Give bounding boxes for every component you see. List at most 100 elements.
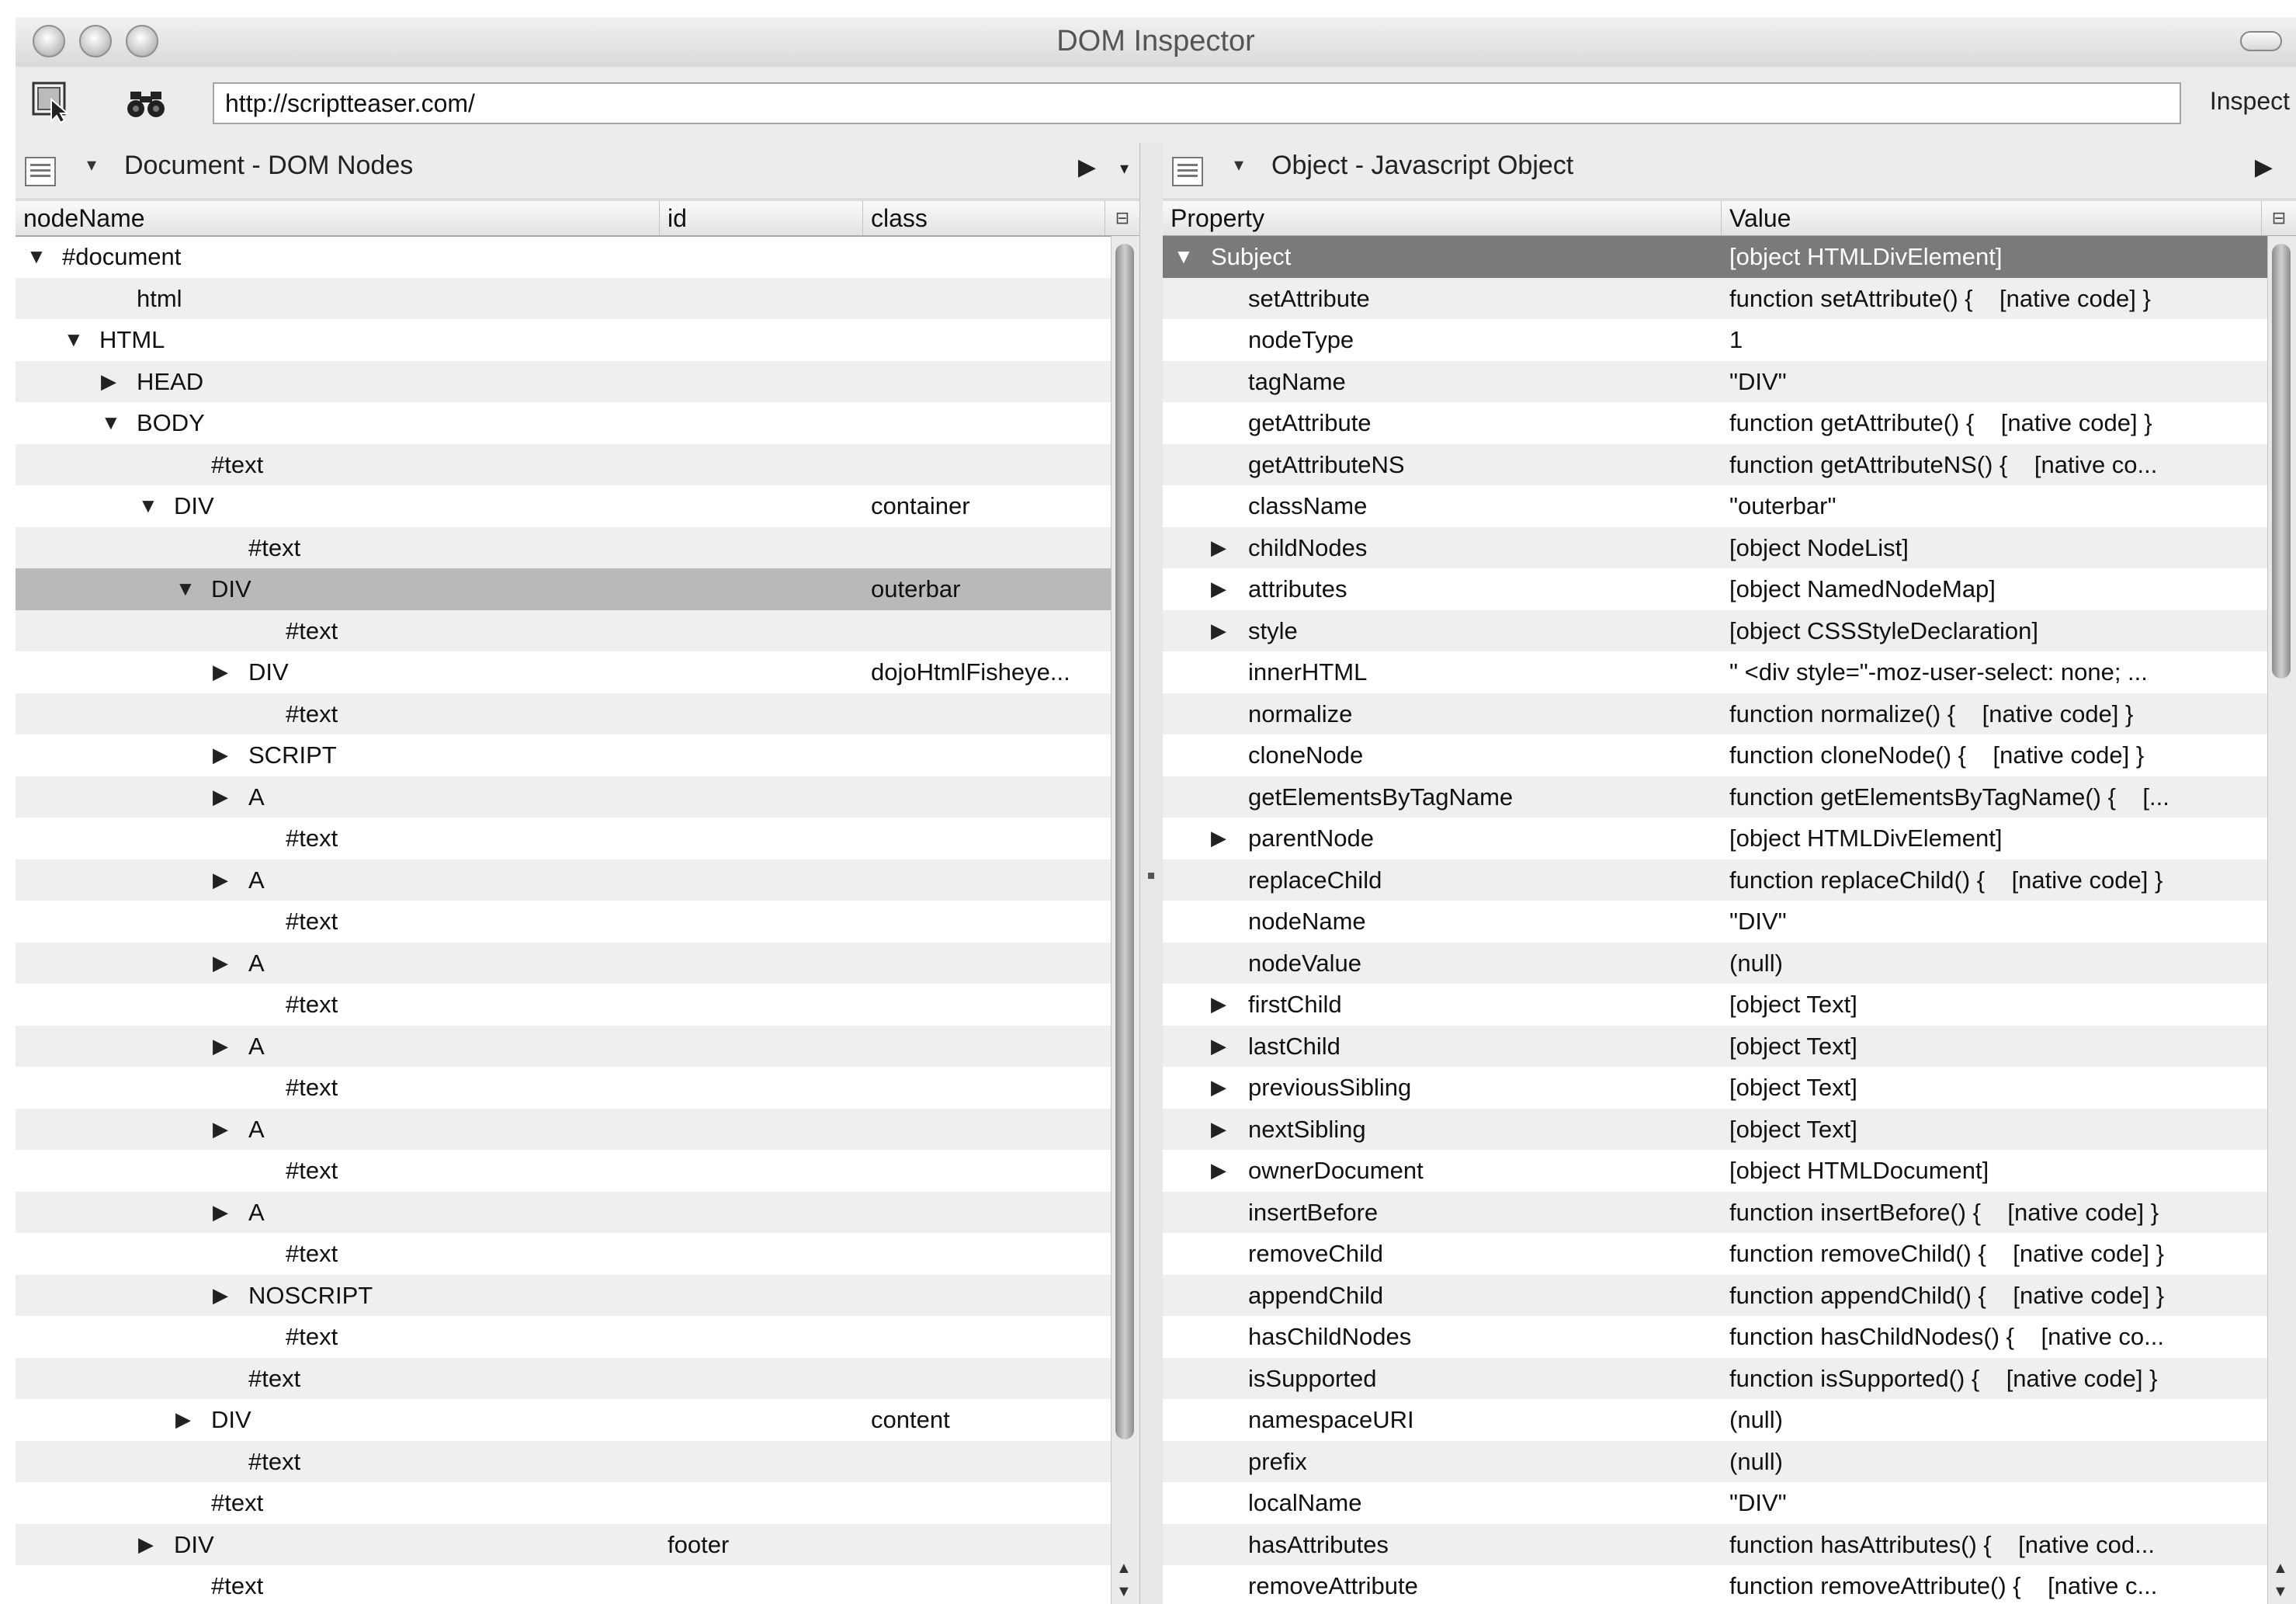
- property-row[interactable]: nodeType 1: [1163, 319, 2268, 361]
- dom-node-row[interactable]: #text: [16, 1316, 1112, 1358]
- twisty-expanded-icon[interactable]: ▼: [101, 402, 121, 444]
- column-id[interactable]: id: [660, 201, 863, 235]
- property-row[interactable]: className "outerbar": [1163, 485, 2268, 527]
- scroll-down-arrow-icon[interactable]: ▼: [1116, 1583, 1132, 1601]
- twisty-collapsed-icon[interactable]: ▶: [1211, 1026, 1226, 1068]
- dom-node-row[interactable]: ▼ BODY: [16, 402, 1112, 444]
- select-element-icon[interactable]: [31, 81, 75, 124]
- dom-node-row[interactable]: #text: [16, 901, 1112, 943]
- dom-node-row[interactable]: #text: [16, 526, 1112, 568]
- dom-node-row[interactable]: #text: [16, 818, 1112, 859]
- inspect-button[interactable]: Inspect: [2210, 87, 2290, 116]
- property-row[interactable]: nodeName "DIV": [1163, 901, 2268, 943]
- left-scrollbar[interactable]: ▲ ▼: [1111, 236, 1139, 1604]
- left-scroll-thumb[interactable]: [1115, 244, 1134, 1439]
- property-row[interactable]: appendChild function appendChild() { [nat…: [1163, 1274, 2268, 1316]
- twisty-collapsed-icon[interactable]: ▶: [213, 776, 228, 818]
- splitter-grip-icon[interactable]: [1148, 873, 1154, 879]
- twisty-expanded-icon[interactable]: ▼: [1174, 236, 1194, 278]
- panel-forward-icon[interactable]: ▶: [1078, 154, 1096, 181]
- dom-node-row[interactable]: ▶ HEAD: [16, 360, 1112, 403]
- dom-node-row[interactable]: ▼ DIV container: [16, 485, 1112, 527]
- property-row[interactable]: normalize function normalize() { [native …: [1163, 693, 2268, 734]
- url-input[interactable]: [213, 82, 2181, 124]
- dom-node-row[interactable]: ▶ SCRIPT: [16, 734, 1112, 776]
- twisty-expanded-icon[interactable]: ▼: [64, 319, 84, 361]
- property-row[interactable]: setAttribute function setAttribute() { [n…: [1163, 277, 2268, 319]
- twisty-collapsed-icon[interactable]: ▶: [1211, 527, 1226, 569]
- property-row[interactable]: localName "DIV": [1163, 1482, 2268, 1524]
- right-scroll-thumb[interactable]: [2272, 244, 2291, 679]
- twisty-collapsed-icon[interactable]: ▶: [213, 651, 228, 693]
- property-row[interactable]: removeChild function removeChild() { [nat…: [1163, 1233, 2268, 1275]
- property-row[interactable]: ▶ previousSibling [object Text]: [1163, 1067, 2268, 1109]
- property-row[interactable]: namespaceURI (null): [1163, 1399, 2268, 1441]
- dom-node-row[interactable]: #text: [16, 1482, 1112, 1524]
- dom-node-row[interactable]: #text: [16, 984, 1112, 1026]
- panel-splitter[interactable]: [1139, 143, 1164, 1604]
- property-row[interactable]: getAttributeNS function getAttributeNS() …: [1163, 443, 2268, 485]
- twisty-collapsed-icon[interactable]: ▶: [138, 1524, 154, 1566]
- column-value[interactable]: Value: [1722, 201, 2262, 235]
- twisty-collapsed-icon[interactable]: ▶: [1211, 568, 1226, 610]
- property-row[interactable]: replaceChild function replaceChild() { [n…: [1163, 859, 2268, 901]
- property-row[interactable]: ▶ attributes [object NamedNodeMap]: [1163, 568, 2268, 610]
- twisty-collapsed-icon[interactable]: ▶: [1211, 610, 1226, 652]
- dom-node-row[interactable]: #text: [16, 1067, 1112, 1109]
- twisty-collapsed-icon[interactable]: ▶: [1211, 1067, 1226, 1109]
- property-row[interactable]: ▶ ownerDocument [object HTMLDocument]: [1163, 1150, 2268, 1192]
- property-row[interactable]: hasChildNodes function hasChildNodes() { …: [1163, 1316, 2268, 1358]
- dom-node-row[interactable]: ▶ A: [16, 776, 1112, 818]
- dom-node-row[interactable]: ▶ A: [16, 1191, 1112, 1234]
- property-row[interactable]: nodeValue (null): [1163, 942, 2268, 984]
- dom-node-row[interactable]: ▼ #document: [16, 236, 1112, 278]
- twisty-collapsed-icon[interactable]: ▶: [213, 734, 228, 776]
- property-row[interactable]: insertBefore function insertBefore() { [n…: [1163, 1191, 2268, 1233]
- twisty-collapsed-icon[interactable]: ▶: [213, 1192, 228, 1234]
- twisty-collapsed-icon[interactable]: ▶: [213, 859, 228, 901]
- panel-options-icon[interactable]: ▾: [1120, 158, 1129, 179]
- panel-menu-icon[interactable]: [25, 157, 56, 186]
- dom-node-row[interactable]: ▶ A: [16, 1025, 1112, 1067]
- dom-node-row[interactable]: ▶ DIV dojoHtmlFisheye...: [16, 651, 1112, 693]
- property-row[interactable]: removeAttribute function removeAttribute(…: [1163, 1565, 2268, 1604]
- panel-dropdown-icon[interactable]: ▾: [1234, 154, 1243, 176]
- twisty-collapsed-icon[interactable]: ▶: [1211, 1150, 1226, 1192]
- twisty-collapsed-icon[interactable]: ▶: [101, 361, 116, 403]
- panel-dropdown-icon[interactable]: ▾: [87, 154, 96, 176]
- twisty-collapsed-icon[interactable]: ▶: [1211, 1109, 1226, 1151]
- find-binoculars-icon[interactable]: [124, 81, 168, 124]
- twisty-expanded-icon[interactable]: ▼: [26, 236, 47, 278]
- property-row[interactable]: ▶ lastChild [object Text]: [1163, 1025, 2268, 1068]
- column-class[interactable]: class: [863, 201, 1105, 235]
- twisty-expanded-icon[interactable]: ▼: [138, 485, 158, 527]
- twisty-collapsed-icon[interactable]: ▶: [1211, 818, 1226, 859]
- scroll-down-arrow-icon[interactable]: ▼: [2273, 1583, 2288, 1601]
- twisty-collapsed-icon[interactable]: ▶: [213, 1109, 228, 1151]
- twisty-expanded-icon[interactable]: ▼: [175, 568, 196, 610]
- dom-node-row[interactable]: ▼ DIV outerbar: [16, 568, 1112, 610]
- property-row[interactable]: getAttribute function getAttribute() { [n…: [1163, 402, 2268, 444]
- scroll-up-arrow-icon[interactable]: ▲: [2273, 1560, 2288, 1578]
- dom-node-row[interactable]: html: [16, 277, 1112, 319]
- column-picker-icon[interactable]: ⊟: [2262, 201, 2296, 235]
- twisty-collapsed-icon[interactable]: ▶: [175, 1399, 191, 1441]
- dom-node-row[interactable]: ▶ DIV footer: [16, 1523, 1112, 1566]
- column-picker-icon[interactable]: ⊟: [1105, 201, 1139, 235]
- dom-node-row[interactable]: ▶ NOSCRIPT: [16, 1274, 1112, 1317]
- property-row[interactable]: ▶ childNodes [object NodeList]: [1163, 526, 2268, 569]
- panel-menu-icon[interactable]: [1172, 157, 1203, 186]
- toolbar-toggle-button[interactable]: [2240, 31, 2282, 51]
- dom-node-row[interactable]: #text: [16, 1150, 1112, 1192]
- property-row[interactable]: tagName "DIV": [1163, 360, 2268, 402]
- dom-node-row[interactable]: #text: [16, 609, 1112, 651]
- property-row[interactable]: innerHTML " <div style="-moz-user-select:…: [1163, 651, 2268, 693]
- dom-node-row[interactable]: #text: [16, 1357, 1112, 1399]
- property-row[interactable]: isSupported function isSupported() { [nat…: [1163, 1357, 2268, 1399]
- right-scrollbar[interactable]: ▲ ▼: [2267, 236, 2296, 1604]
- dom-node-row[interactable]: #text: [16, 1565, 1112, 1604]
- twisty-collapsed-icon[interactable]: ▶: [213, 1275, 228, 1317]
- dom-node-row[interactable]: ▶ A: [16, 1108, 1112, 1151]
- twisty-collapsed-icon[interactable]: ▶: [213, 943, 228, 984]
- dom-node-row[interactable]: ▶ A: [16, 859, 1112, 901]
